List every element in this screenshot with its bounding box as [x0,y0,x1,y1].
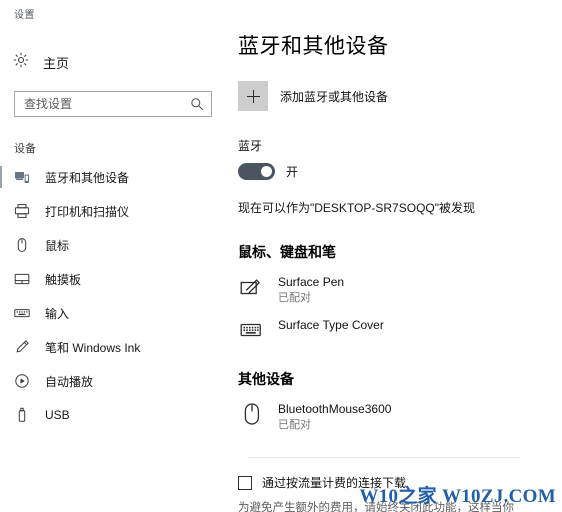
search-icon[interactable] [190,97,204,116]
sidebar-item-printers-and-scanners[interactable]: 打印机和扫描仪 [0,194,230,228]
metered-checkbox[interactable] [238,475,252,490]
device-info: Surface Pen 已配对 [278,274,344,305]
sidebar-item-home-label: 主页 [43,55,70,71]
bluetooth-devices-icon [13,169,31,185]
device-status: 已配对 [278,419,311,431]
device-group-title: 其他设备 [238,371,294,387]
pen-tablet-icon [238,274,266,300]
add-device-label: 添加蓝牙或其他设备 [280,89,389,104]
sidebar-item-label: 鼠标 [45,238,70,253]
play-circle-icon [13,373,31,389]
sidebar-item-mouse[interactable]: 鼠标 [0,228,230,262]
bluetooth-toggle-state: 开 [286,165,299,179]
device-name: BluetoothMouse3600 [278,402,392,416]
search-box[interactable] [14,91,212,117]
printer-icon [13,203,31,219]
sidebar-item-label: 自动播放 [45,374,94,389]
sidebar-item-usb[interactable]: USB [0,398,230,432]
device-info: Surface Type Cover [278,317,384,334]
device-list-item[interactable]: BluetoothMouse3600 已配对 [238,401,542,432]
usb-icon [13,407,31,423]
search-input[interactable] [15,92,211,116]
sidebar-item-label: USB [45,408,70,422]
mouse-icon [238,401,266,427]
main-content: 蓝牙和其他设备 添加蓝牙或其他设备 蓝牙 开 现在可以作为"DESKTOP-SR… [230,0,562,512]
sidebar-item-label: 笔和 Windows Ink [45,340,141,355]
add-device-button[interactable] [238,81,268,111]
sidebar: 设置 主页 设备 [0,0,230,512]
mouse-icon [13,237,31,253]
bluetooth-toggle[interactable] [238,163,275,180]
sidebar-item-label: 输入 [45,306,70,321]
settings-window: 设置 主页 设备 [0,0,562,512]
discoverable-text: 现在可以作为"DESKTOP-SR7SOQQ"被发现 [238,201,475,215]
keyboard-icon [238,317,266,343]
sidebar-item-label: 蓝牙和其他设备 [45,170,130,185]
sidebar-item-bluetooth-and-other-devices[interactable]: 蓝牙和其他设备 [0,160,230,194]
device-name: Surface Pen [278,275,345,289]
sidebar-item-label: 触摸板 [45,272,82,287]
add-device-row[interactable]: 添加蓝牙或其他设备 [238,81,542,111]
bluetooth-toggle-row[interactable]: 开 [238,163,542,180]
section-divider [248,457,520,458]
sidebar-item-label: 打印机和扫描仪 [45,204,130,219]
keyboard-icon [13,305,31,321]
sidebar-item-touchpad[interactable]: 触摸板 [0,262,230,296]
toggle-knob [261,166,272,177]
device-group-title: 鼠标、键盘和笔 [238,244,336,260]
search-container [0,77,230,117]
bluetooth-section-label: 蓝牙 [238,139,263,153]
device-status: 已配对 [278,292,311,304]
sidebar-section-label: 设备 [14,143,36,155]
sidebar-item-autoplay[interactable]: 自动播放 [0,364,230,398]
sidebar-item-pen-and-windows-ink[interactable]: 笔和 Windows Ink [0,330,230,364]
touchpad-icon [13,271,31,287]
window-title: 设置 [14,10,35,21]
device-info: BluetoothMouse3600 已配对 [278,401,391,432]
device-name: Surface Type Cover [278,318,384,332]
watermark: W10之家 W10ZJ.COM [359,486,556,507]
device-list-item[interactable]: Surface Type Cover [238,317,542,343]
gear-icon [13,52,29,73]
page-title: 蓝牙和其他设备 [238,35,389,58]
sidebar-item-home[interactable]: 主页 [0,47,230,77]
pen-icon [13,339,31,355]
plus-icon [246,89,260,103]
sidebar-item-typing[interactable]: 输入 [0,296,230,330]
device-list-item[interactable]: Surface Pen 已配对 [238,274,542,305]
